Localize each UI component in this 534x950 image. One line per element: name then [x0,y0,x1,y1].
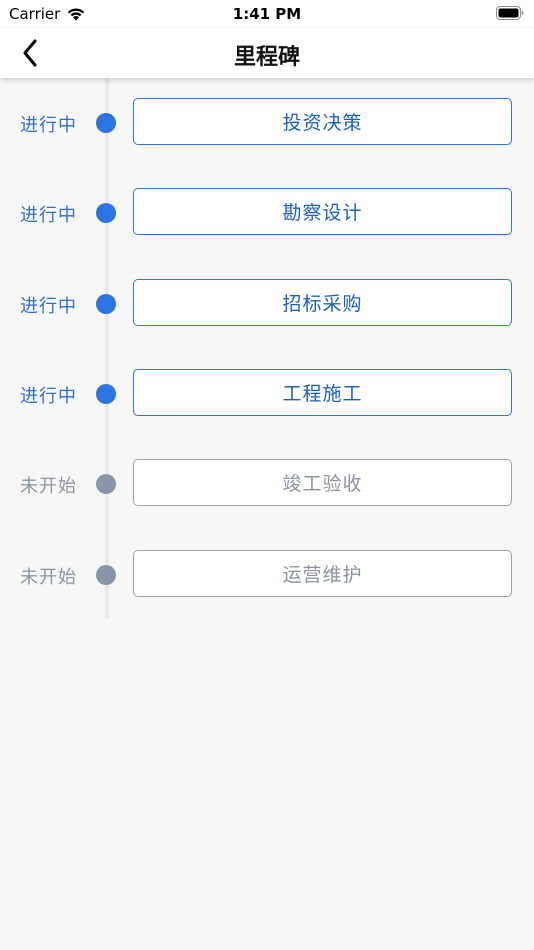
milestone-status-label: 进行中 [20,386,77,407]
milestone-row: 进行中 招标采购 [0,279,534,329]
milestone-row: 未开始 运营维护 [0,550,534,600]
status-dot-icon [96,565,116,585]
status-dot-icon [96,384,116,404]
milestone-status-label: 进行中 [20,205,77,226]
milestone-row: 未开始 竣工验收 [0,459,534,509]
milestone-button-investment-decision[interactable]: 投资决策 [133,98,512,145]
page-title: 里程碑 [233,45,300,70]
status-dot-icon [96,203,116,223]
status-dot-icon [96,294,116,314]
battery-icon [496,6,524,20]
milestone-status-label: 未开始 [20,567,77,588]
milestone-button-bidding-procurement[interactable]: 招标采购 [133,279,512,326]
status-bar: Carrier 1:41 PM [0,0,534,28]
milestone-status-label: 进行中 [20,115,77,136]
milestone-row: 进行中 投资决策 [0,98,534,148]
milestone-row: 进行中 工程施工 [0,369,534,419]
milestone-row: 进行中 勘察设计 [0,188,534,238]
status-time: 1:41 PM [232,5,302,23]
milestone-button-construction[interactable]: 工程施工 [133,369,512,416]
milestone-status-label: 进行中 [20,296,77,317]
milestone-button-survey-design[interactable]: 勘察设计 [133,188,512,235]
milestone-button-operation-maintenance[interactable]: 运营维护 [133,550,512,597]
timeline-line [105,78,109,619]
milestone-button-completion-acceptance[interactable]: 竣工验收 [133,459,512,506]
status-dot-icon [96,113,116,133]
milestone-status-label: 未开始 [20,476,77,497]
status-dot-icon [96,474,116,494]
navigation-bar: 里程碑 [0,28,534,78]
